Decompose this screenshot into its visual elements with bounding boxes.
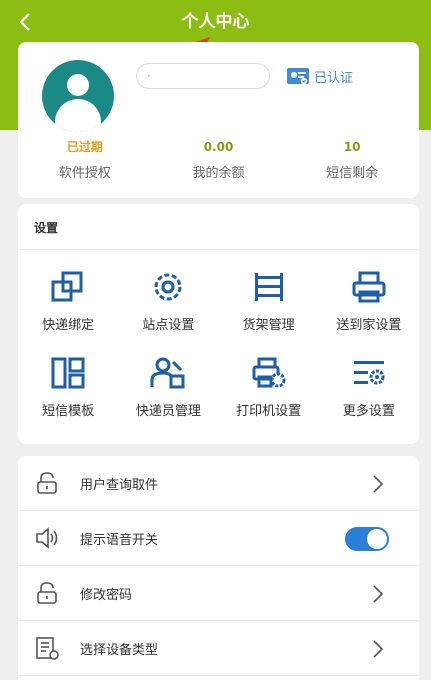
- settings-item-label: 更多设置: [342, 404, 395, 419]
- settings-item-label: 货架管理: [242, 318, 295, 333]
- settings-item-shelf[interactable]: 货架管理: [219, 270, 319, 356]
- settings-item-label: 快递绑定: [42, 318, 95, 333]
- list-item-label: 修改密码: [80, 587, 133, 603]
- settings-item-label: 快递员管理: [135, 404, 201, 419]
- chevron-right-icon: [373, 585, 384, 603]
- courier-icon: [150, 357, 185, 389]
- stat-sms[interactable]: 10 短信剩余: [285, 138, 419, 181]
- verified-label: 已认证: [314, 70, 354, 86]
- settings-item-label: 站点设置: [142, 318, 195, 333]
- chevron-right-icon: [373, 640, 384, 658]
- settings-item-label: 打印机设置: [236, 404, 302, 419]
- list-item-voice-prompt: 提示语音开关: [18, 511, 419, 566]
- avatar[interactable]: [42, 60, 114, 132]
- printer-gear-icon: [252, 357, 286, 388]
- gear-icon: [154, 273, 182, 301]
- voice-prompt-toggle[interactable]: [345, 527, 389, 551]
- stat-license[interactable]: 已过期 软件授权: [18, 138, 152, 181]
- more-settings-icon: [353, 361, 385, 385]
- lock-icon: [37, 582, 57, 604]
- list-item-change-password[interactable]: 修改密码: [18, 566, 419, 621]
- settings-item-more[interactable]: 更多设置: [319, 356, 419, 442]
- username-field: ·: [136, 63, 270, 89]
- settings-item-label: 送到家设置: [336, 318, 402, 333]
- chevron-right-icon: [373, 475, 384, 493]
- settings-card: 设置 快递绑定 站点设置 货架管理 送到家设置 短信模板 快递员管理 打印机设置…: [18, 204, 419, 444]
- settings-item-home-delivery[interactable]: 送到家设置: [319, 270, 419, 356]
- verified-badge[interactable]: 已认证: [286, 66, 353, 86]
- settings-title: 设置: [18, 204, 419, 250]
- stat-label: 软件授权: [58, 166, 111, 181]
- lock-icon: [37, 472, 57, 494]
- settings-item-site[interactable]: 站点设置: [118, 270, 218, 356]
- printer-delivery-icon: [352, 271, 386, 303]
- stats-row: 已过期 软件授权 0.00 我的余额 10 短信剩余: [18, 138, 419, 181]
- list-item-label: 选择设备类型: [80, 642, 159, 658]
- bind-icon: [51, 271, 83, 302]
- speaker-icon: [36, 527, 58, 549]
- stat-value: 0.00: [203, 140, 234, 154]
- settings-item-printer[interactable]: 打印机设置: [219, 356, 319, 442]
- settings-item-sms-template[interactable]: 短信模板: [18, 356, 118, 442]
- settings-item-courier-binding[interactable]: 快递绑定: [18, 270, 118, 356]
- stat-value: 10: [343, 140, 361, 154]
- settings-item-courier-staff[interactable]: 快递员管理: [118, 356, 218, 442]
- stat-value: 已过期: [66, 140, 103, 154]
- template-icon: [51, 357, 85, 389]
- id-card-icon: [287, 68, 309, 85]
- settings-item-label: 短信模板: [42, 404, 95, 419]
- list-item-user-pickup-query[interactable]: 用户查询取件: [18, 456, 419, 511]
- page-title: 个人中心: [181, 12, 250, 32]
- stat-balance[interactable]: 0.00 我的余额: [152, 138, 286, 181]
- list-item-device-type[interactable]: 选择设备类型: [18, 621, 419, 676]
- list-item-label: 用户查询取件: [80, 477, 159, 493]
- settings-grid: 快递绑定 站点设置 货架管理 送到家设置 短信模板 快递员管理 打印机设置 更多…: [18, 270, 419, 442]
- profile-card: · 已认证 已过期 软件授权 0.00 我的余额 10 短信剩余: [18, 42, 419, 198]
- device-list-icon: [36, 637, 59, 660]
- list-item-label: 提示语音开关: [80, 532, 159, 548]
- stat-label: 我的余额: [192, 166, 245, 181]
- stat-label: 短信剩余: [326, 166, 379, 181]
- options-list: 用户查询取件 提示语音开关 修改密码 选择设备类型: [18, 456, 419, 680]
- shelf-icon: [254, 273, 283, 301]
